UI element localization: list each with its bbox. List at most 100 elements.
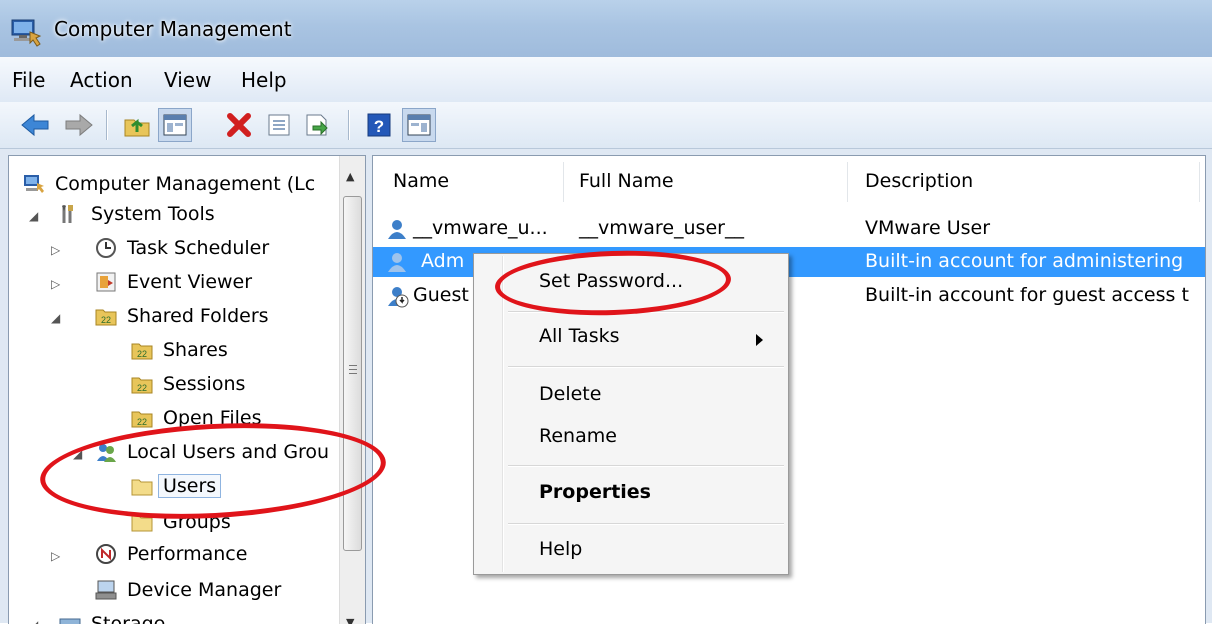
tree-label: Open Files (163, 407, 262, 429)
event-viewer-icon (96, 272, 116, 292)
shared-folder-icon: 22 (131, 411, 153, 428)
column-header-full-name[interactable]: Full Name (579, 156, 674, 206)
tools-icon (62, 205, 73, 223)
storage-icon (59, 618, 81, 624)
user-description: Built-in account for guest access t (865, 284, 1189, 306)
tree-item-shares[interactable]: 22 Shares (131, 335, 228, 365)
column-separator[interactable] (847, 162, 848, 202)
performance-icon (96, 544, 116, 564)
tree-item-shared-folders[interactable]: 22 Shared Folders (95, 301, 269, 331)
tree-label: Device Manager (127, 579, 282, 601)
user-description: Built-in account for administering (865, 250, 1184, 272)
window-border (1206, 149, 1212, 623)
menu-item-delete[interactable]: Delete (539, 383, 601, 405)
column-header-description[interactable]: Description (865, 156, 973, 206)
folder-icon (131, 515, 153, 532)
menu-item-properties[interactable]: Properties (539, 481, 651, 503)
menu-help[interactable]: Help (241, 68, 287, 92)
tree-item-storage[interactable]: Storage (59, 609, 165, 624)
tree-item-sessions[interactable]: 22 Sessions (131, 369, 245, 399)
menu-file[interactable]: File (12, 68, 45, 92)
tree-label: Task Scheduler (127, 237, 270, 259)
show-hide-console-tree-icon[interactable] (158, 108, 192, 142)
column-separator[interactable] (1199, 162, 1200, 202)
menu-action[interactable]: Action (70, 68, 133, 92)
expand-icon[interactable]: ▷ (51, 277, 60, 291)
user-name: Adm (421, 250, 465, 272)
tree-label: Performance (127, 543, 248, 565)
clock-icon (96, 238, 116, 258)
scrollbar-thumb[interactable] (343, 196, 362, 551)
tree-item-task-scheduler[interactable]: Task Scheduler (95, 233, 269, 263)
tree-label: Sessions (163, 373, 246, 395)
tree-label: Storage (91, 613, 166, 624)
shared-folder-icon: 22 (131, 343, 153, 360)
tree-item-performance[interactable]: Performance (95, 539, 247, 569)
help-icon[interactable]: ? (362, 108, 396, 142)
menu-separator (508, 366, 784, 368)
menu-item-all-tasks[interactable]: All Tasks (539, 325, 620, 347)
tree-label: Computer Management (Lc (55, 173, 316, 195)
menu-view[interactable]: View (164, 68, 211, 92)
tree-item-groups[interactable]: Groups (131, 507, 231, 537)
computer-management-icon (11, 19, 42, 47)
console-tree: Computer Management (Lc ◢ System Tools ▷… (8, 155, 366, 624)
tree-item-users[interactable]: Users (131, 471, 222, 501)
user-name: Guest (413, 284, 469, 306)
properties-icon[interactable] (262, 108, 296, 142)
user-description: VMware User (865, 217, 991, 239)
svg-text:22: 22 (137, 383, 147, 393)
user-full-name: __vmware_user__ (579, 217, 744, 239)
tree-label: Shares (163, 339, 228, 361)
forward-icon[interactable] (62, 108, 96, 142)
column-header-name[interactable]: Name (393, 156, 449, 206)
tree-label: System Tools (91, 203, 215, 225)
tree-item-local-users-and-groups[interactable]: Local Users and Grou (95, 437, 329, 467)
svg-text:22: 22 (137, 417, 147, 427)
export-list-icon[interactable] (300, 108, 334, 142)
tree-label: Users (158, 474, 222, 498)
user-name: __vmware_u... (413, 217, 548, 239)
tree-label: Shared Folders (127, 305, 269, 327)
up-folder-icon[interactable] (120, 108, 154, 142)
menu-separator (508, 523, 784, 525)
expand-icon[interactable]: ▷ (51, 243, 60, 257)
collapse-icon[interactable]: ◢ (73, 447, 82, 461)
tree-item-system-tools[interactable]: System Tools (59, 199, 215, 229)
title-bar: Computer Management (0, 0, 1212, 57)
tree-item-computer-management[interactable]: Computer Management (Lc (23, 169, 315, 199)
menu-item-set-password[interactable]: Set Password... (539, 270, 683, 292)
list-item[interactable]: __vmware_u... __vmware_user__ VMware Use… (373, 214, 1205, 244)
column-separator[interactable] (563, 162, 564, 202)
svg-text:?: ? (374, 117, 384, 136)
collapse-icon[interactable]: ◢ (29, 618, 38, 624)
computer-management-icon (24, 175, 44, 193)
menu-item-help[interactable]: Help (539, 538, 582, 560)
toolbar-separator (348, 110, 350, 140)
delete-icon[interactable] (222, 108, 256, 142)
menu-separator (508, 465, 784, 467)
svg-text:22: 22 (101, 315, 111, 325)
tree-label: Groups (163, 511, 231, 533)
tree-label: Event Viewer (127, 271, 253, 293)
tree-item-device-manager[interactable]: Device Manager (95, 575, 281, 605)
collapse-icon[interactable]: ◢ (29, 209, 38, 223)
users-icon (97, 444, 116, 462)
tree-scrollbar[interactable]: ▲ ▼ (339, 156, 365, 624)
scroll-up-icon[interactable]: ▲ (346, 170, 354, 183)
device-manager-icon (95, 580, 117, 600)
shared-folder-icon: 22 (131, 377, 153, 394)
svg-text:22: 22 (137, 349, 147, 359)
menu-item-rename[interactable]: Rename (539, 425, 617, 447)
window-title: Computer Management (54, 17, 292, 41)
user-icon (388, 253, 406, 272)
back-icon[interactable] (18, 108, 52, 142)
show-hide-action-pane-icon[interactable] (402, 108, 436, 142)
menu-gutter (502, 256, 504, 572)
menu-bar: File Action View Help (0, 57, 1212, 103)
tree-item-event-viewer[interactable]: Event Viewer (95, 267, 252, 297)
tree-item-open-files[interactable]: 22 Open Files (131, 403, 261, 433)
collapse-icon[interactable]: ◢ (51, 311, 60, 325)
folder-icon (131, 479, 153, 496)
expand-icon[interactable]: ▷ (51, 549, 60, 563)
